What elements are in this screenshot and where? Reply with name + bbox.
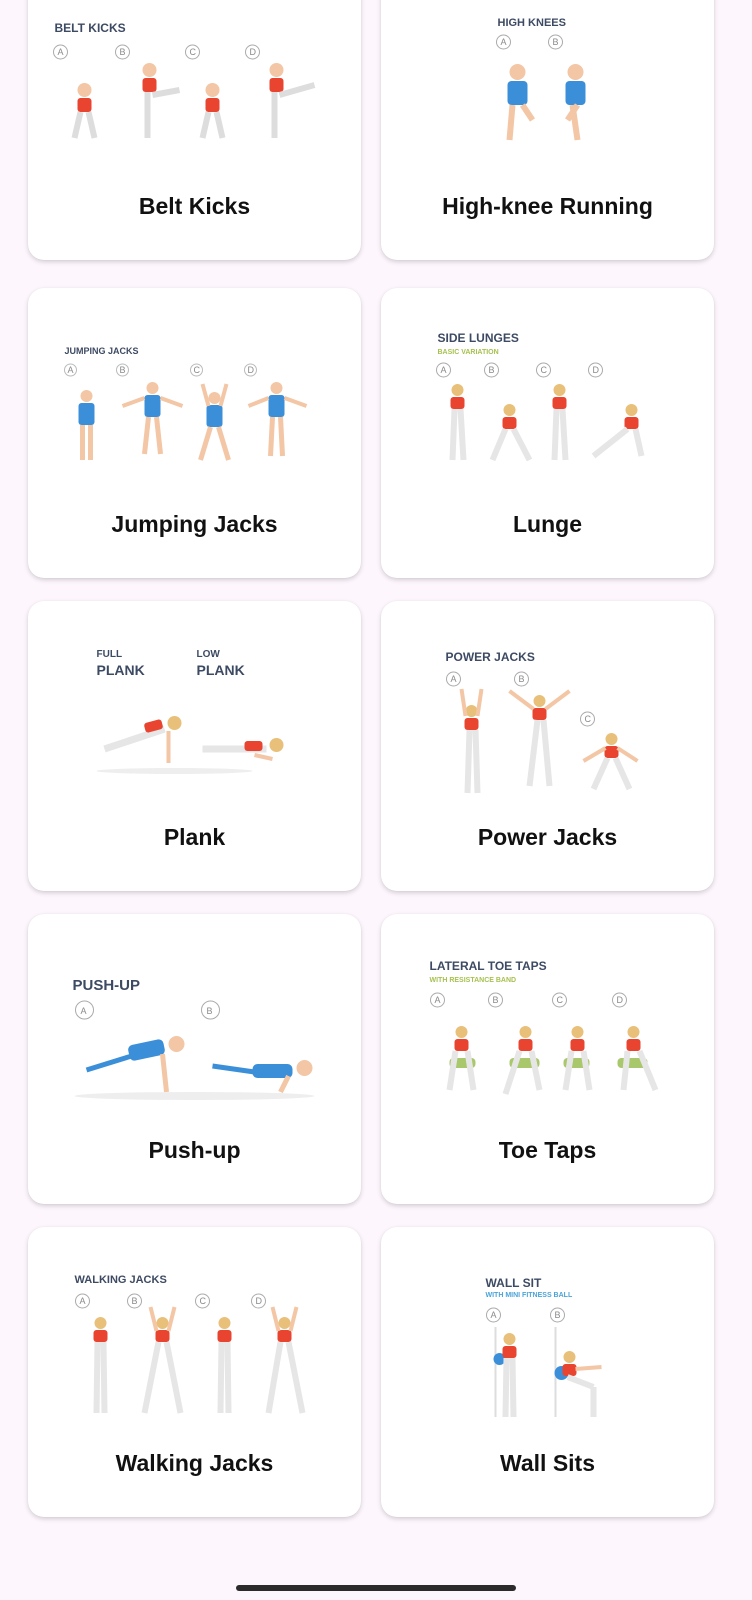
step-label: A xyxy=(501,37,507,47)
step-label: B xyxy=(132,1296,138,1306)
exercise-title: Push-up xyxy=(148,1137,241,1163)
illustration-title: SIDE LUNGES xyxy=(438,331,519,345)
illustration-subtitle: WITH RESISTANCE BAND xyxy=(430,977,517,984)
exercise-title: Power Jacks xyxy=(477,824,618,850)
exercise-card-walking-jacks[interactable]: WALKING JACKS A B C D Walking Jacks xyxy=(28,1227,361,1517)
step-label: B xyxy=(553,37,559,47)
jumping-jacks-illustration: JUMPING JACKS A B C D xyxy=(44,298,345,488)
step-label: B xyxy=(207,1006,213,1016)
step-label: A xyxy=(68,365,74,375)
exercise-grid: BELT KICKS A B C D Belt Kicks HIGH KNEES… xyxy=(0,0,752,1560)
power-jacks-illustration: POWER JACKS A B C xyxy=(397,611,698,801)
illustration-title: WALL SIT xyxy=(486,1276,542,1290)
step-label: C xyxy=(194,365,201,375)
step-label: B xyxy=(519,674,525,684)
step-label: C xyxy=(585,714,592,724)
exercise-title: Jumping Jacks xyxy=(111,511,278,537)
illustration-title: JUMPING JACKS xyxy=(65,346,139,356)
exercise-title: Belt Kicks xyxy=(138,193,251,219)
step-label: A xyxy=(435,995,441,1005)
exercise-card-power-jacks[interactable]: POWER JACKS A B C Power Jacks xyxy=(381,601,714,891)
illustration-subtitle: WITH MINI FITNESS BALL xyxy=(486,1292,573,1299)
illustration-title: WALKING JACKS xyxy=(75,1274,167,1286)
illustration-title: POWER JACKS xyxy=(446,650,535,664)
exercise-card-plank[interactable]: FULL PLANK LOW PLANK Plank xyxy=(28,601,361,891)
step-label: C xyxy=(557,995,564,1005)
exercise-title: Lunge xyxy=(513,511,582,537)
belt-kicks-illustration: BELT KICKS A B C D xyxy=(44,0,345,170)
exercise-title: Plank xyxy=(163,824,226,850)
step-label: B xyxy=(489,365,495,375)
wall-sit-illustration: WALL SIT WITH MINI FITNESS BALL A B xyxy=(397,1237,698,1427)
exercise-title: Wall Sits xyxy=(500,1450,595,1476)
illustration-title: FULL xyxy=(97,649,123,660)
step-label: C xyxy=(200,1296,207,1306)
walking-jacks-illustration: WALKING JACKS A B C D xyxy=(44,1237,345,1427)
step-label: A xyxy=(80,1296,86,1306)
illustration-subtitle: BASIC VARIATION xyxy=(438,349,499,356)
lateral-toe-taps-illustration: LATERAL TOE TAPS WITH RESISTANCE BAND A … xyxy=(397,924,698,1114)
illustration-title-2-line2: PLANK xyxy=(197,662,245,678)
exercise-card-push-up[interactable]: PUSH-UP A B Push-up xyxy=(28,914,361,1204)
exercise-card-lunge[interactable]: SIDE LUNGES BASIC VARIATION A B C D Lung… xyxy=(381,288,714,578)
exercise-card-toe-taps[interactable]: LATERAL TOE TAPS WITH RESISTANCE BAND A … xyxy=(381,914,714,1204)
illustration-title: PUSH-UP xyxy=(73,977,141,994)
exercise-card-belt-kicks[interactable]: BELT KICKS A B C D Belt Kicks xyxy=(28,0,361,260)
step-label: C xyxy=(541,365,548,375)
step-label: C xyxy=(190,47,197,57)
illustration-title-2: LOW xyxy=(197,649,221,660)
side-lunges-illustration: SIDE LUNGES BASIC VARIATION A B C D xyxy=(397,298,698,488)
step-label: A xyxy=(441,365,447,375)
step-label: A xyxy=(451,674,457,684)
step-label: B xyxy=(555,1310,561,1320)
step-label: A xyxy=(58,47,64,57)
step-label: B xyxy=(120,47,126,57)
step-label: B xyxy=(120,365,126,375)
illustration-title-line2: PLANK xyxy=(97,662,145,678)
home-indicator-bar[interactable] xyxy=(236,1585,516,1591)
step-label: A xyxy=(81,1006,87,1016)
step-label: D xyxy=(617,995,624,1005)
exercise-card-jumping-jacks[interactable]: JUMPING JACKS A B C D Jumping Jacks xyxy=(28,288,361,578)
step-label: D xyxy=(593,365,600,375)
step-label: D xyxy=(250,47,257,57)
exercise-title: High-knee Running xyxy=(442,193,653,219)
plank-illustration: FULL PLANK LOW PLANK xyxy=(44,611,345,801)
illustration-title: HIGH KNEES xyxy=(498,17,566,29)
high-knees-illustration: HIGH KNEES A B xyxy=(397,0,698,170)
step-label: D xyxy=(256,1296,263,1306)
step-label: A xyxy=(491,1310,497,1320)
exercise-title: Walking Jacks xyxy=(115,1450,274,1476)
illustration-title: BELT KICKS xyxy=(55,21,126,35)
exercise-title: Toe Taps xyxy=(498,1137,597,1163)
step-label: B xyxy=(493,995,499,1005)
exercise-card-wall-sits[interactable]: WALL SIT WITH MINI FITNESS BALL A B Wall… xyxy=(381,1227,714,1517)
illustration-title: LATERAL TOE TAPS xyxy=(430,959,547,973)
push-up-illustration: PUSH-UP A B xyxy=(44,924,345,1114)
exercise-card-high-knee-running[interactable]: HIGH KNEES A B High-knee Running xyxy=(381,0,714,260)
step-label: D xyxy=(248,365,255,375)
